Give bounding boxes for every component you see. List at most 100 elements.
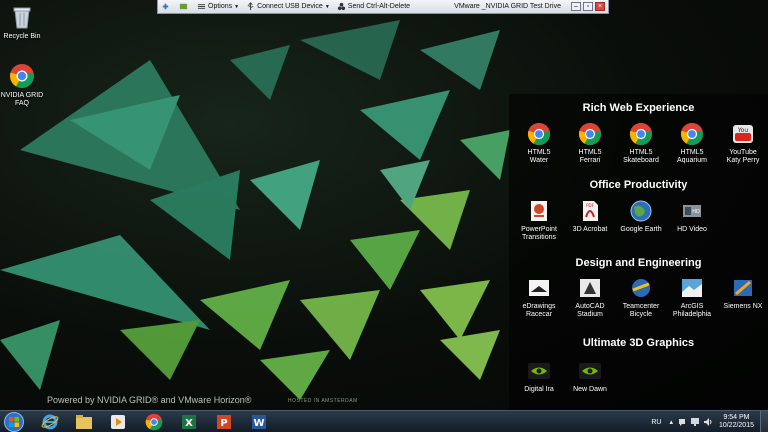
pin-icon[interactable] [161, 2, 172, 11]
taskbar-powerpoint[interactable]: P [210, 413, 238, 431]
app-label-line2: Ferrari [579, 157, 601, 164]
desktop-switch-icon[interactable] [179, 2, 190, 11]
restore-button[interactable]: ▫ [583, 2, 593, 11]
app-autocad-stadium[interactable]: AutoCAD Stadium [565, 276, 615, 319]
app-google-earth[interactable]: Google Earth [616, 199, 666, 234]
connect-usb-label: Connect USB Device [257, 3, 323, 10]
edrawings-icon [527, 276, 551, 300]
teamcenter-icon [629, 276, 653, 300]
app-label-line2: Philadelphia [672, 311, 712, 318]
chevron-down-icon: ▼ [324, 3, 330, 10]
taskbar: X P W RU ▴ 9:54 PM 10/22/2015 [0, 410, 768, 432]
section-title-design-and-engineering: Design and Engineering [575, 257, 702, 269]
app-label-line1: YouTube [729, 149, 757, 156]
close-button[interactable]: × [595, 2, 605, 11]
svg-text:W: W [253, 418, 264, 429]
chrome-icon [629, 122, 653, 146]
powerpoint-icon [527, 199, 551, 223]
recycle-bin-icon [9, 4, 35, 30]
app-label-line1: Digital Ira [524, 386, 554, 393]
svg-text:You: You [737, 127, 749, 134]
faq-label-line2: FAQ [14, 100, 29, 107]
app-label-line1: Teamcenter [622, 303, 660, 310]
app-hd-video[interactable]: HD HD Video [667, 199, 717, 234]
taskbar-chrome[interactable] [140, 413, 168, 431]
chrome-icon [9, 63, 35, 89]
app-siemens-nx[interactable]: Siemens NX [718, 276, 768, 311]
app-digital-ira[interactable]: Digital Ira [514, 359, 564, 394]
powerpoint-icon: P [217, 415, 231, 429]
app-html5-skateboard[interactable]: HTML5 Skateboard [616, 122, 666, 165]
app-label-line2: Water [529, 157, 549, 164]
app-label-line1: HTML5 [527, 149, 551, 156]
word-icon: W [252, 415, 266, 429]
svg-text:P: P [220, 418, 227, 429]
app-label-line1: eDrawings [522, 303, 556, 310]
app-label-line2: Stadium [577, 311, 603, 318]
app-teamcenter-bicycle[interactable]: Teamcenter Bicycle [616, 276, 666, 319]
app-label-line1: PowerPoint [521, 226, 557, 233]
svg-text:X: X [185, 418, 193, 429]
start-button[interactable] [3, 411, 25, 432]
keyboard-icon [337, 2, 345, 11]
chrome-icon [680, 122, 704, 146]
app-label-line1: 3D Acrobat [572, 226, 608, 233]
acrobat-icon: PDF [578, 199, 602, 223]
app-label-line2: Aquarium [677, 157, 707, 164]
app-label-line1: Google Earth [620, 226, 662, 233]
usb-icon [247, 2, 254, 11]
minimize-button[interactable]: – [571, 2, 581, 11]
connect-usb-menu[interactable]: Connect USB Device ▼ [246, 2, 330, 11]
app-new-dawn[interactable]: New Dawn [565, 359, 615, 394]
app-youtube-katy-perry[interactable]: You YouTube Katy Perry [718, 122, 768, 165]
app-powerpoint-transitions[interactable]: PowerPoint Transitions [514, 199, 564, 242]
action-center-icon[interactable] [677, 417, 687, 427]
send-ctrl-alt-delete-button[interactable]: Send Ctrl-Alt-Delete [337, 2, 410, 11]
app-label-line2: Skateboard [623, 157, 659, 164]
app-label-line1: Siemens NX [723, 303, 763, 310]
app-label-line2: Bicycle [629, 311, 653, 318]
recycle-bin-shortcut[interactable]: Recycle Bin [0, 4, 50, 41]
taskbar-internet-explorer[interactable] [36, 413, 64, 431]
app-html5-aquarium[interactable]: HTML5 Aquarium [667, 122, 717, 165]
options-label: Options [208, 3, 233, 10]
vmware-toolbar: Options ▼ Connect USB Device ▼ Send Ctrl… [157, 0, 609, 14]
folder-icon [76, 415, 92, 429]
app-3d-acrobat[interactable]: PDF 3D Acrobat [565, 199, 615, 234]
system-tray: RU ▴ 9:54 PM 10/22/2015 [651, 411, 768, 432]
siemens-icon [731, 276, 755, 300]
app-html5-water[interactable]: HTML5 Water [514, 122, 564, 165]
options-menu[interactable]: Options ▼ [197, 2, 239, 11]
app-label-line1: HTML5 [629, 149, 653, 156]
video-icon: HD [680, 199, 704, 223]
earth-icon [629, 199, 653, 223]
app-arcgis-philadelphia[interactable]: ArcGIS Philadelphia [667, 276, 717, 319]
chrome-icon [145, 413, 163, 431]
taskbar-word[interactable]: W [245, 413, 273, 431]
network-icon[interactable] [690, 417, 700, 427]
language-indicator[interactable]: RU [651, 419, 661, 426]
app-label-line1: HTML5 [680, 149, 704, 156]
app-edrawings-racecar[interactable]: eDrawings Racecar [514, 276, 564, 319]
app-label-line1: AutoCAD [575, 303, 605, 310]
media-player-icon [111, 415, 125, 429]
app-label-line1: HTML5 [578, 149, 602, 156]
taskbar-file-explorer[interactable] [70, 413, 98, 431]
chrome-icon [578, 122, 602, 146]
taskbar-excel[interactable]: X [175, 413, 203, 431]
window-title: VMware _NVIDIA GRID Test Drive [454, 3, 561, 10]
app-html5-ferrari[interactable]: HTML5 Ferrari [565, 122, 615, 165]
show-hidden-icons-icon[interactable]: ▴ [669, 418, 673, 426]
volume-icon[interactable] [703, 417, 713, 427]
taskbar-media-player[interactable] [104, 413, 132, 431]
show-desktop-button[interactable] [760, 411, 768, 432]
svg-text:PDF: PDF [586, 203, 594, 208]
svg-text:HD: HD [692, 209, 700, 215]
clock[interactable]: 9:54 PM 10/22/2015 [719, 414, 754, 430]
clock-date: 10/22/2015 [718, 422, 754, 429]
app-label-line2: Racecar [525, 311, 553, 318]
app-label-line2: Katy Perry [726, 157, 760, 164]
nvidia-grid-faq-shortcut[interactable]: NVIDIA GRID FAQ [0, 63, 50, 108]
nvidia-icon [527, 359, 551, 383]
recycle-bin-label: Recycle Bin [3, 33, 41, 40]
